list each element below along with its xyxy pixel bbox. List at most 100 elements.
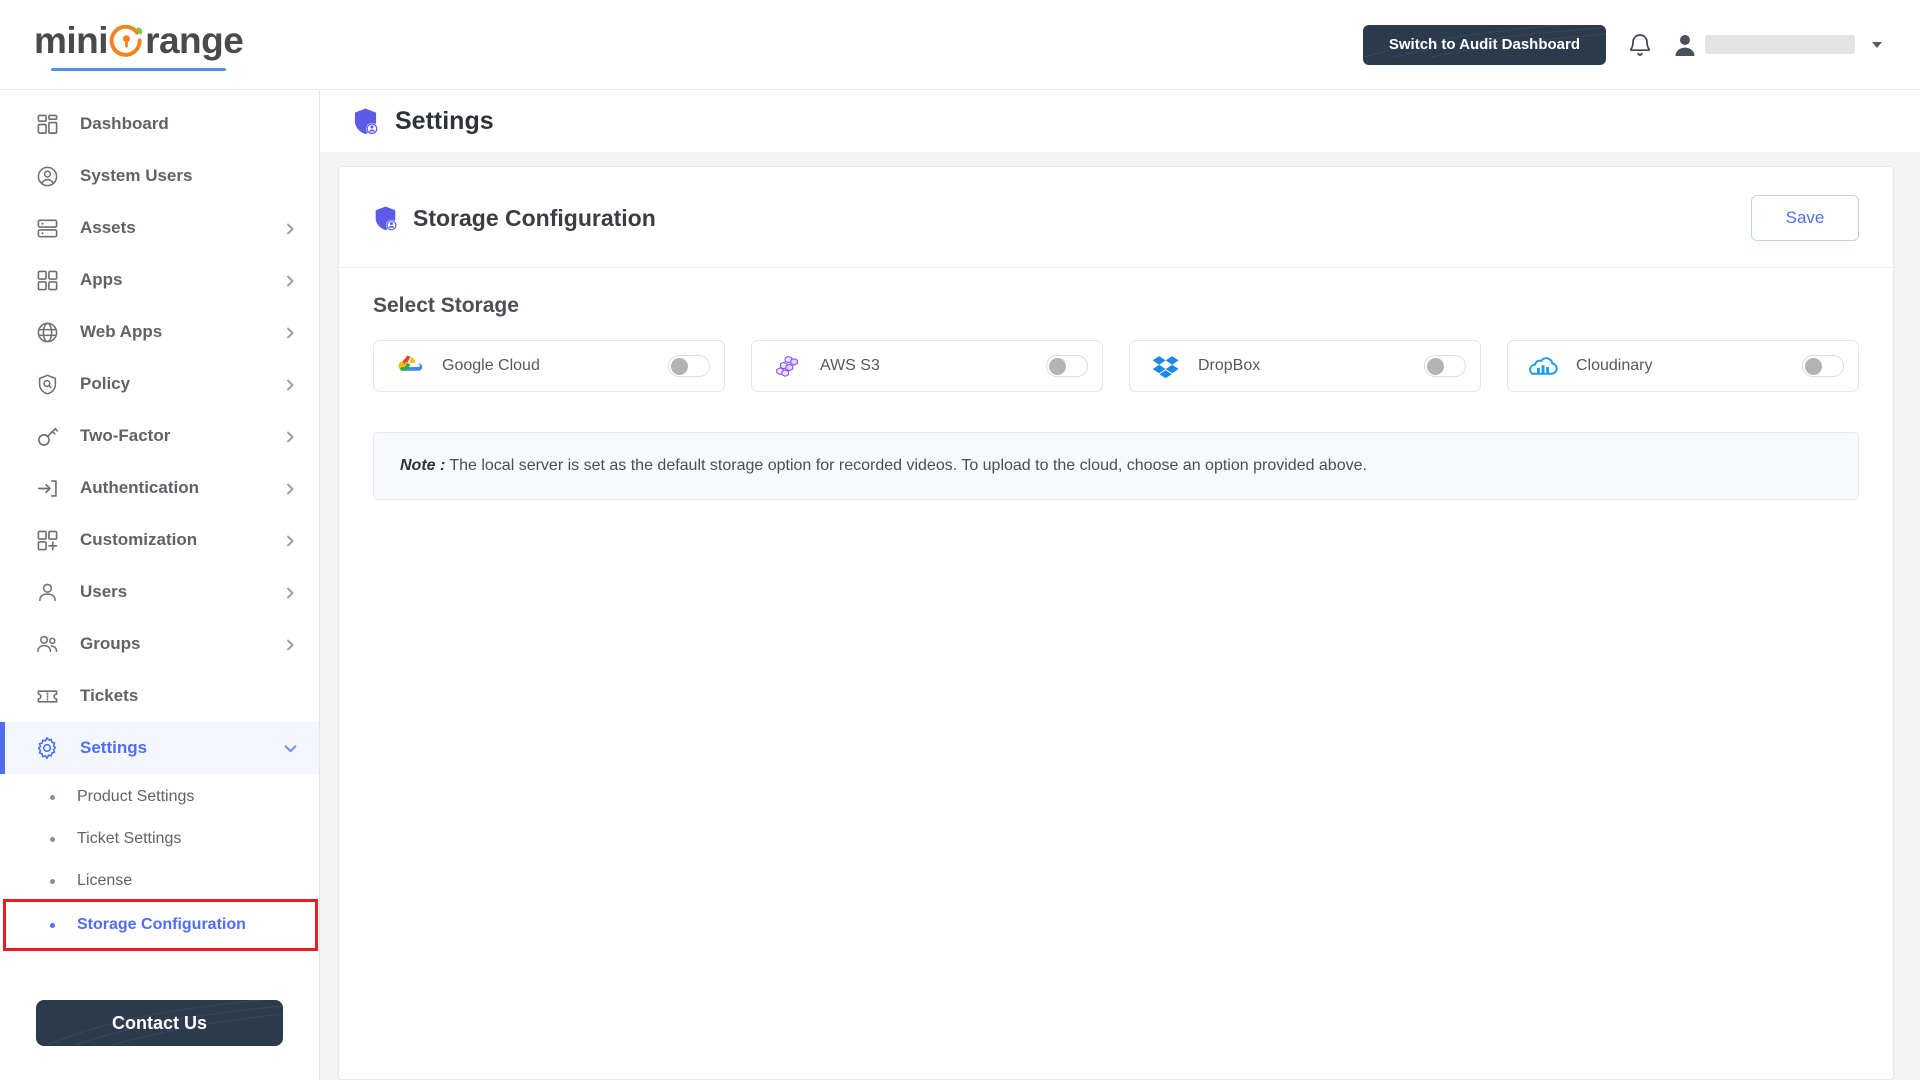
storage-option-label: DropBox xyxy=(1198,357,1261,374)
sidebar-item-label: Authentication xyxy=(80,478,199,497)
shield-user-icon xyxy=(352,107,379,136)
sidebar-item-customization[interactable]: Customization xyxy=(0,514,319,566)
globe-icon xyxy=(34,319,60,345)
sidebar-item-label: Customization xyxy=(80,530,198,549)
sidebar-item-groups[interactable]: Groups xyxy=(0,618,319,670)
storage-option-label: Cloudinary xyxy=(1576,357,1653,374)
storage-option-cloudinary[interactable]: Cloudinary xyxy=(1507,340,1859,392)
sidebar-item-label: Web Apps xyxy=(80,322,163,341)
storage-configuration-card: Storage Configuration Save Select Storag… xyxy=(338,166,1894,1080)
sidebar-item-policy[interactable]: Policy xyxy=(0,358,319,410)
toggle-knob xyxy=(1049,358,1066,375)
gear-icon xyxy=(34,735,60,761)
toggle-knob xyxy=(671,358,688,375)
sidebar-item-users[interactable]: Users xyxy=(0,566,319,618)
bullet-icon xyxy=(50,836,55,842)
card-header: Storage Configuration Save xyxy=(339,167,1893,268)
logo-orange-icon xyxy=(109,23,144,58)
storage-option-label: AWS S3 xyxy=(820,357,880,374)
shield-search-icon xyxy=(34,371,60,397)
google-cloud-icon xyxy=(394,351,426,381)
submenu-item-product-settings[interactable]: Product Settings xyxy=(0,776,319,818)
submenu-item-license[interactable]: License xyxy=(0,860,319,902)
submenu-item-storage-configuration[interactable]: Storage Configuration xyxy=(3,899,318,951)
settings-submenu: Product Settings Ticket Settings License… xyxy=(0,774,319,954)
submenu-item-label: Ticket Settings xyxy=(77,830,182,847)
contact-us-label: Contact Us xyxy=(111,1012,207,1033)
chevron-right-icon xyxy=(283,637,297,651)
sidebar-item-label: System Users xyxy=(80,166,193,185)
chevron-right-icon xyxy=(283,325,297,339)
logo-text-mini: mini xyxy=(34,20,109,61)
sidebar-item-assets[interactable]: Assets xyxy=(0,202,319,254)
chevron-right-icon xyxy=(283,429,297,443)
page-title: Settings xyxy=(395,106,494,135)
sidebar-items-list: Dashboard System Users Assets Apps Web A… xyxy=(0,90,319,1000)
toggle-knob xyxy=(1427,358,1444,375)
sidebar-item-dashboard[interactable]: Dashboard xyxy=(0,98,319,150)
sidebar-item-two-factor[interactable]: Two-Factor xyxy=(0,410,319,462)
sidebar-item-label: Settings xyxy=(80,738,148,757)
bullet-icon xyxy=(50,922,55,928)
storage-option-dropbox[interactable]: DropBox xyxy=(1129,340,1481,392)
bell-icon[interactable] xyxy=(1628,31,1652,58)
card-header-left: Storage Configuration xyxy=(373,205,656,232)
grid-plus-icon xyxy=(34,527,60,553)
switch-to-audit-dashboard-button[interactable]: Switch to Audit Dashboard xyxy=(1362,24,1606,65)
sidebar-item-tickets[interactable]: Tickets xyxy=(0,670,319,722)
shield-user-icon xyxy=(373,205,398,232)
users-group-icon xyxy=(34,631,60,657)
card-empty-space xyxy=(339,500,1893,1079)
storage-options-grid: Google Cloud AWS S3 DropBox Cloudinary xyxy=(339,318,1893,422)
sidebar-item-label: Apps xyxy=(80,270,123,289)
sidebar-item-label: Assets xyxy=(80,218,136,237)
bullet-icon xyxy=(50,794,55,800)
aws-s3-icon xyxy=(772,351,804,381)
dropbox-toggle[interactable] xyxy=(1424,355,1466,377)
note-label: Note : xyxy=(400,457,446,474)
chevron-right-icon xyxy=(283,533,297,547)
chevron-right-icon xyxy=(283,221,297,235)
storage-option-aws-s3[interactable]: AWS S3 xyxy=(751,340,1103,392)
page-header: Settings xyxy=(320,90,1920,152)
note-section: Note : The local server is set as the def… xyxy=(339,422,1893,501)
cloudinary-icon xyxy=(1528,351,1560,381)
key-icon xyxy=(34,423,60,449)
header-actions: Switch to Audit Dashboard xyxy=(1362,24,1882,65)
card-title: Storage Configuration xyxy=(413,204,656,231)
chevron-right-icon xyxy=(283,377,297,391)
logo-text-range: range xyxy=(145,20,244,61)
sidebar-item-settings[interactable]: Settings xyxy=(0,722,319,774)
save-button[interactable]: Save xyxy=(1751,195,1859,241)
sidebar-item-web-apps[interactable]: Web Apps xyxy=(0,306,319,358)
user-profile-menu[interactable] xyxy=(1674,33,1882,57)
sidebar-item-label: Two-Factor xyxy=(80,426,171,445)
sidebar-item-label: Tickets xyxy=(80,686,139,705)
main-content: Settings Storage Configuration Save Sele… xyxy=(320,90,1920,1080)
user-icon xyxy=(34,579,60,605)
aws-s3-toggle[interactable] xyxy=(1046,355,1088,377)
sidebar-footer: Contact Us xyxy=(0,1000,319,1080)
miniorange-logo[interactable]: mini range xyxy=(34,18,244,71)
cloudinary-toggle[interactable] xyxy=(1802,355,1844,377)
content-area: Storage Configuration Save Select Storag… xyxy=(320,152,1920,1080)
application-root: mini range Switch to Audit Dashboard Das… xyxy=(0,0,1920,1080)
note-text: The local server is set as the default s… xyxy=(449,457,1367,474)
user-avatar-icon xyxy=(1674,33,1696,57)
sidebar-item-apps[interactable]: Apps xyxy=(0,254,319,306)
sidebar-item-authentication[interactable]: Authentication xyxy=(0,462,319,514)
chevron-down-icon[interactable] xyxy=(1872,41,1882,48)
dropbox-icon xyxy=(1150,351,1182,381)
sidebar-item-system-users[interactable]: System Users xyxy=(0,150,319,202)
google-cloud-toggle[interactable] xyxy=(668,355,710,377)
storage-option-google-cloud[interactable]: Google Cloud xyxy=(373,340,725,392)
body-container: Dashboard System Users Assets Apps Web A… xyxy=(0,90,1920,1080)
logo-wordmark: mini range xyxy=(34,20,244,61)
user-circle-icon xyxy=(34,163,60,189)
contact-us-button[interactable]: Contact Us xyxy=(36,1000,283,1046)
toggle-knob xyxy=(1805,358,1822,375)
login-arrow-icon xyxy=(34,475,60,501)
submenu-item-ticket-settings[interactable]: Ticket Settings xyxy=(0,818,319,860)
audit-button-label: Switch to Audit Dashboard xyxy=(1388,36,1580,53)
chevron-right-icon xyxy=(283,481,297,495)
